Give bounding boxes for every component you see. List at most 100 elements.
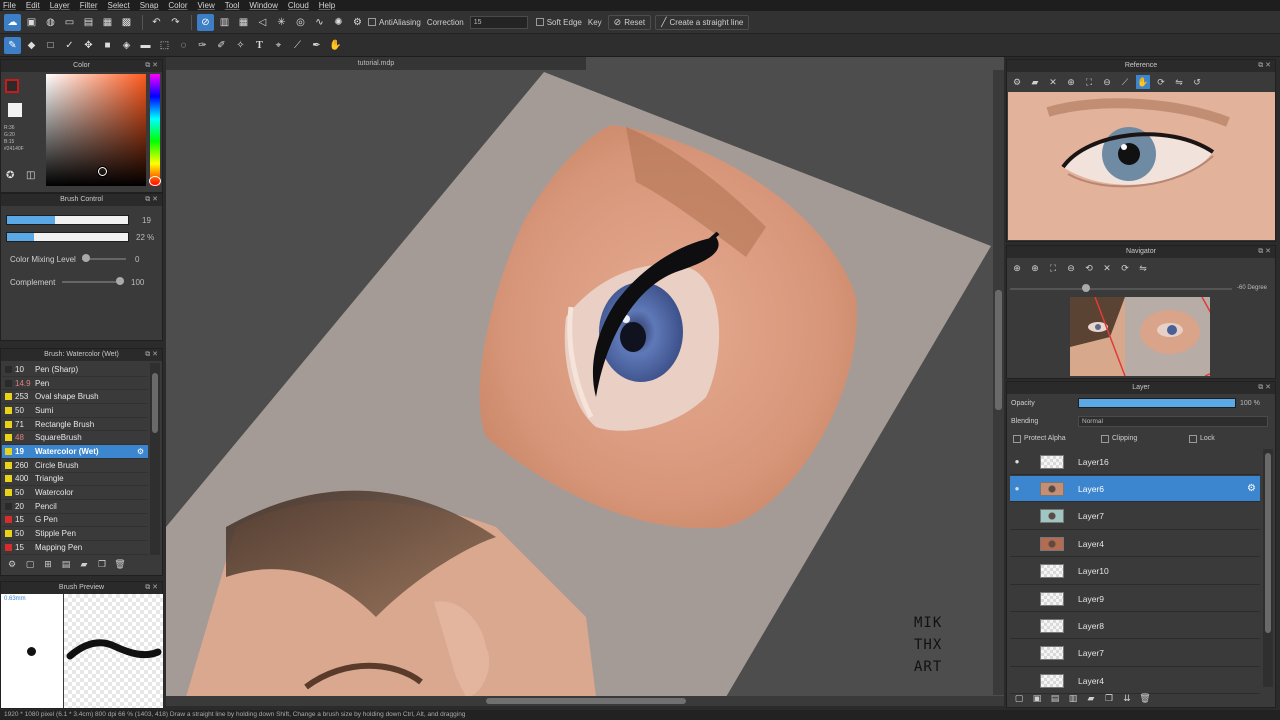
operation-tool-icon[interactable]: ✓ [61,37,78,54]
ref-rotate-icon[interactable]: ⟳ [1154,75,1168,89]
brush-item[interactable]: 260 Circle Brush [2,459,148,473]
antialiasing-checkbox[interactable] [368,18,376,26]
tiles-icon[interactable]: ▩ [118,14,135,31]
brush-settings-gear-icon[interactable]: ⚙ [137,447,144,456]
brush-tool-icon[interactable]: ✎ [4,36,21,54]
color-mode-icon[interactable]: ◫ [26,170,35,181]
ref-fit-icon[interactable]: ⛶ [1082,75,1096,89]
eyedropper-small-icon[interactable]: ✪ [6,170,14,181]
brush-item[interactable]: 253 Oval shape Brush [2,390,148,405]
new-brush-icon[interactable]: ▢ [23,557,37,571]
nav-fit-icon[interactable]: ⛶ [1046,261,1060,275]
nav-rotate-right-icon[interactable]: ⟳ [1118,261,1132,275]
nav-flip-icon[interactable]: ⇋ [1136,261,1150,275]
nav-zoom-in-icon[interactable]: ⊕ [1010,261,1024,275]
reset-button[interactable]: ⊘ Reset [607,14,652,30]
new-file-icon[interactable]: ▣ [23,14,40,31]
parallel-snap-icon[interactable]: ▥ [216,14,233,31]
layer-opacity-slider[interactable] [1078,398,1236,408]
lock-checkbox[interactable] [1189,435,1197,443]
brush-file-icon[interactable]: ▤ [59,557,73,571]
brush-item[interactable]: 19 Watercolor (Wet) ⚙ [2,445,148,459]
navigator-thumbnail[interactable] [1070,297,1210,376]
hand-tool-icon[interactable]: ✋ [327,37,344,54]
curve-snap-icon[interactable]: ∿ [311,14,328,31]
canvas-horizontal-scrollbar[interactable] [166,696,1004,706]
rotation-knob[interactable] [1082,284,1090,292]
snap-options-icon[interactable]: ⚙ [349,14,366,31]
menu-help[interactable]: Help [319,1,335,10]
menu-cloud[interactable]: Cloud [288,1,309,10]
chat-icon[interactable]: ◍ [42,14,59,31]
ref-close-icon[interactable]: ✕ [1046,75,1060,89]
eraser-tool-icon[interactable]: ◆ [23,37,40,54]
foreground-color-swatch[interactable] [5,79,19,93]
duplicate-icon[interactable]: ❐ [95,557,109,571]
menu-snap[interactable]: Snap [140,1,159,10]
complement-knob[interactable] [116,277,124,285]
gradation-tool-icon[interactable]: ▬ [137,37,154,54]
hue-slider[interactable] [150,74,160,186]
undo-icon[interactable]: ↶ [148,14,165,31]
ref-flip-icon[interactable]: ⇋ [1172,75,1186,89]
saturation-value-picker[interactable] [46,74,146,186]
protect-alpha-checkbox[interactable] [1013,435,1021,443]
layer-visibility-icon[interactable]: ● [1012,484,1022,493]
brush-item[interactable]: 400 Triangle [2,473,148,487]
ref-zoom-out-icon[interactable]: ⊖ [1100,75,1114,89]
clipping-checkbox[interactable] [1101,435,1109,443]
menu-layer[interactable]: Layer [50,1,70,10]
select-eraser-icon[interactable]: ✐ [213,37,230,54]
document-icon[interactable]: ▤ [80,14,97,31]
grid-icon[interactable]: ▦ [99,14,116,31]
cloud-icon[interactable]: ☁ [4,13,21,31]
blending-select[interactable]: Normal [1078,416,1268,427]
brush-item[interactable]: 48 SquareBrush [2,431,148,446]
layer-row[interactable]: ● Layer6 ⚙ [1010,476,1260,503]
layer-row[interactable]: ● Layer16 [1010,449,1260,475]
soft-edge-checkbox[interactable] [535,18,544,26]
background-color-swatch[interactable] [8,103,22,117]
brush-size-slider[interactable] [6,215,129,225]
brush-list-scrollbar[interactable] [150,363,160,555]
eyedropper-icon[interactable]: ⟋ [289,37,306,54]
delete-brush-icon[interactable]: 🗑 [113,557,127,571]
delete-layer-icon[interactable]: 🗑 [1138,691,1152,705]
dot-tool-icon[interactable]: □ [42,37,59,54]
canvas-hscroll-thumb[interactable] [486,698,686,704]
brush-item[interactable]: 20 Pencil [2,500,148,514]
ref-zoom-in-icon[interactable]: ⊕ [1064,75,1078,89]
brush-item[interactable]: 15 Mapping Pen [2,541,148,555]
layer-settings-gear-icon[interactable]: ⚙ [1247,483,1256,494]
pen-tool-icon[interactable]: ✒ [308,37,325,54]
nav-zoom-icon[interactable]: ⊕ [1028,261,1042,275]
select-tool-icon[interactable]: ⬚ [156,37,173,54]
brush-settings-icon[interactable]: ⚙ [5,557,19,571]
menu-filter[interactable]: Filter [80,1,98,10]
text-tool-icon[interactable]: T [251,37,268,54]
new-layer-icon[interactable]: ▢ [1012,691,1026,705]
hue-slider-handle[interactable] [149,176,161,186]
color-mixing-knob[interactable] [82,254,90,262]
brush-item[interactable]: 14.9 Pen [2,377,148,391]
menu-view[interactable]: View [198,1,215,10]
layer-row[interactable]: Layer8 [1010,613,1260,640]
layer-row[interactable]: Layer4 [1010,531,1260,558]
menu-select[interactable]: Select [107,1,129,10]
nav-rotate-left-icon[interactable]: ⟲ [1082,261,1096,275]
color-picker-cursor[interactable] [98,167,107,176]
circle-snap-icon[interactable]: ◎ [292,14,309,31]
menu-window[interactable]: Window [249,1,277,10]
canvas-tab[interactable]: tutorial.mdp [166,57,586,70]
redo-icon[interactable]: ↷ [167,14,184,31]
new-1bit-layer-icon[interactable]: ▥ [1066,691,1080,705]
move-tool-icon[interactable]: ✥ [80,37,97,54]
brush-list-scroll-thumb[interactable] [152,373,158,433]
magic-wand-icon[interactable]: ✧ [232,37,249,54]
straight-line-button[interactable]: ╱ Create a straight line [655,14,750,30]
menu-file[interactable]: File [3,1,16,10]
layer-visibility-icon[interactable]: ● [1012,457,1022,466]
layer-scroll-thumb[interactable] [1265,453,1271,633]
layer-row[interactable]: Layer10 [1010,558,1260,585]
menu-edit[interactable]: Edit [26,1,40,10]
